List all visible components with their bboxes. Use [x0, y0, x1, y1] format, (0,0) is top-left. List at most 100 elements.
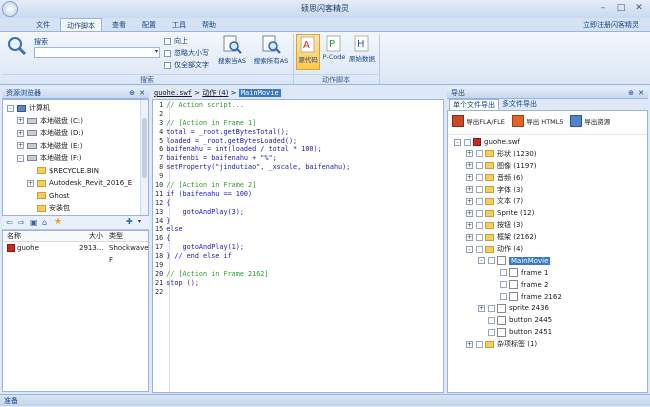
tree-item[interactable]: 安装包 [3, 202, 148, 215]
minimize-icon[interactable]: – [596, 2, 610, 14]
expand-icon[interactable]: + [466, 340, 473, 348]
item-checkbox[interactable] [488, 328, 495, 336]
tree-item[interactable]: $RECYCLE.BIN [3, 165, 148, 178]
search-current-button[interactable]: 搜索当AS [214, 35, 250, 75]
menu-file[interactable]: 文件 [30, 18, 56, 32]
swf-tree-item[interactable]: + 形状 (1230) [448, 149, 647, 161]
maximize-icon[interactable]: □ [614, 2, 628, 14]
swf-tree-item[interactable]: + 图像 (1197) [448, 161, 647, 173]
expand-icon[interactable]: + [478, 304, 485, 312]
item-checkbox[interactable] [488, 316, 495, 324]
item-checkbox[interactable] [476, 209, 483, 217]
item-checkbox[interactable] [476, 245, 483, 253]
expand-icon[interactable]: + [466, 209, 473, 217]
expand-icon[interactable]: + [17, 117, 24, 124]
menu-view[interactable]: 查看 [106, 18, 132, 32]
item-checkbox[interactable] [476, 340, 483, 348]
expand-icon[interactable]: + [466, 174, 473, 182]
item-checkbox[interactable] [464, 138, 471, 146]
item-checkbox[interactable] [476, 197, 483, 205]
search-all-button[interactable]: 搜索所有AS [252, 35, 290, 75]
tree-item[interactable]: - 本地磁盘 (F:) [3, 152, 148, 165]
checkbox-ignore-case[interactable] [164, 49, 171, 57]
swf-tree-item[interactable]: + 字体 (3) [448, 185, 647, 197]
add-icon[interactable]: ✚ [126, 217, 133, 226]
expand-icon[interactable]: + [466, 186, 473, 194]
collapse-icon[interactable]: - [17, 154, 24, 162]
swf-tree-item[interactable]: - guohe.swf [448, 137, 647, 149]
expand-icon[interactable]: + [466, 150, 473, 158]
swf-tree-item[interactable]: + 按钮 (3) [448, 220, 647, 232]
tree-item[interactable]: + 本地磁盘 (D:) [3, 127, 148, 140]
scrollbar-thumb[interactable] [142, 118, 147, 178]
col-name[interactable]: 名称 [7, 231, 21, 242]
expand-icon[interactable]: + [17, 142, 24, 149]
item-checkbox[interactable] [500, 269, 507, 277]
tree-item[interactable]: - 计算机 [3, 102, 148, 115]
pin-icon[interactable]: ⊕ [129, 87, 135, 99]
tab-multi-export[interactable]: 多文件导出 [499, 99, 540, 110]
collapse-icon[interactable]: - [454, 138, 461, 146]
file-list[interactable]: 名称 大小 类型 guohe 2913... Shockwave F [2, 230, 149, 392]
file-row[interactable]: guohe 2913... Shockwave F [3, 242, 149, 264]
swf-tree-item[interactable]: frame 2 [448, 280, 647, 292]
swf-tree-item[interactable]: + 文本 (7) [448, 196, 647, 208]
forward-icon[interactable]: ⇨ [18, 218, 25, 227]
item-checkbox[interactable] [488, 257, 495, 265]
swf-tree-item[interactable]: + Sprite (12) [448, 208, 647, 220]
swf-tree-item[interactable]: - MainMovie [448, 256, 647, 268]
swf-tree-item[interactable]: + 框架 (2162) [448, 232, 647, 244]
expand-icon[interactable]: + [27, 179, 34, 187]
swf-tree-item[interactable]: + 音频 (6) [448, 173, 647, 185]
item-checkbox[interactable] [500, 293, 507, 301]
register-link[interactable]: 立即注册闪客精灵 [574, 18, 648, 32]
swf-tree-item[interactable]: frame 2162 [448, 292, 647, 304]
source-code-button[interactable]: A 源代码 [296, 34, 320, 70]
swf-tree-item[interactable]: button 2445 [448, 315, 647, 327]
favorite-star-icon[interactable]: ★ [54, 217, 62, 227]
item-checkbox[interactable] [476, 150, 483, 158]
item-checkbox[interactable] [476, 221, 483, 229]
code-editor[interactable]: 1// Action script... 2 3// [Action in Fr… [152, 99, 444, 393]
menu-config[interactable]: 配置 [136, 18, 162, 32]
checkbox-whole-word[interactable] [164, 61, 171, 69]
raw-data-button[interactable]: H 原始数据 [348, 34, 376, 70]
tree-item[interactable]: + 本地磁盘 (E:) [3, 140, 148, 153]
swf-tree-item[interactable]: + 杂项标签 (1) [448, 339, 647, 351]
option-up[interactable]: 向上 [164, 35, 209, 47]
chevron-down-icon[interactable]: ▾ [138, 218, 141, 225]
swf-tree[interactable]: - guohe.swf + 形状 (1230) + 图像 (1197) + 音频 (6) + 字体… [448, 135, 647, 351]
expand-icon[interactable]: + [466, 197, 473, 205]
menu-tools[interactable]: 工具 [166, 18, 192, 32]
swf-tree-item[interactable]: - 动作 (4) [448, 244, 647, 256]
export-resources-button[interactable]: 导出资源 [570, 115, 610, 129]
swf-tree-item[interactable]: + sprite 2436 [448, 303, 647, 315]
folder-tree[interactable]: - 计算机 + 本地磁盘 (C:) + 本地磁盘 (D:) + 本地磁盘 (E:) - 本地磁盘 … [2, 99, 149, 216]
chevron-down-icon[interactable]: ▾ [155, 48, 158, 55]
pcode-button[interactable]: P P-Code [322, 34, 346, 70]
swf-tree-item[interactable]: frame 1 [448, 268, 647, 280]
option-whole-word[interactable]: 仅全部文字 [164, 59, 209, 71]
breadcrumb-file[interactable]: guohe.swf [154, 89, 192, 97]
col-size[interactable]: 大小 [89, 231, 103, 242]
expand-icon[interactable]: + [17, 129, 24, 137]
close-icon[interactable]: ✕ [638, 87, 644, 99]
item-checkbox[interactable] [488, 304, 495, 312]
menu-help[interactable]: 帮助 [196, 18, 222, 32]
up-folder-icon[interactable]: ▣ [30, 218, 38, 227]
close-icon[interactable]: ✕ [139, 87, 145, 99]
breadcrumb-actions[interactable]: 动作 (4) [202, 89, 228, 97]
tree-item[interactable]: + Autodesk_Revit_2016_E [3, 177, 148, 190]
expand-icon[interactable]: + [466, 221, 473, 229]
home-icon[interactable]: ⌂ [42, 218, 47, 227]
collapse-icon[interactable]: - [478, 257, 485, 265]
tree-scrollbar[interactable] [140, 100, 148, 215]
item-checkbox[interactable] [476, 186, 483, 194]
tab-single-export[interactable]: 单个文件导出 [449, 99, 499, 110]
swf-tree-item[interactable]: button 2451 [448, 327, 647, 339]
col-type[interactable]: 类型 [109, 231, 123, 242]
search-input[interactable]: ▾ [34, 47, 160, 58]
breadcrumb-current[interactable]: MainMovie [238, 89, 281, 97]
app-logo-icon[interactable] [2, 1, 18, 17]
item-checkbox[interactable] [500, 281, 507, 289]
